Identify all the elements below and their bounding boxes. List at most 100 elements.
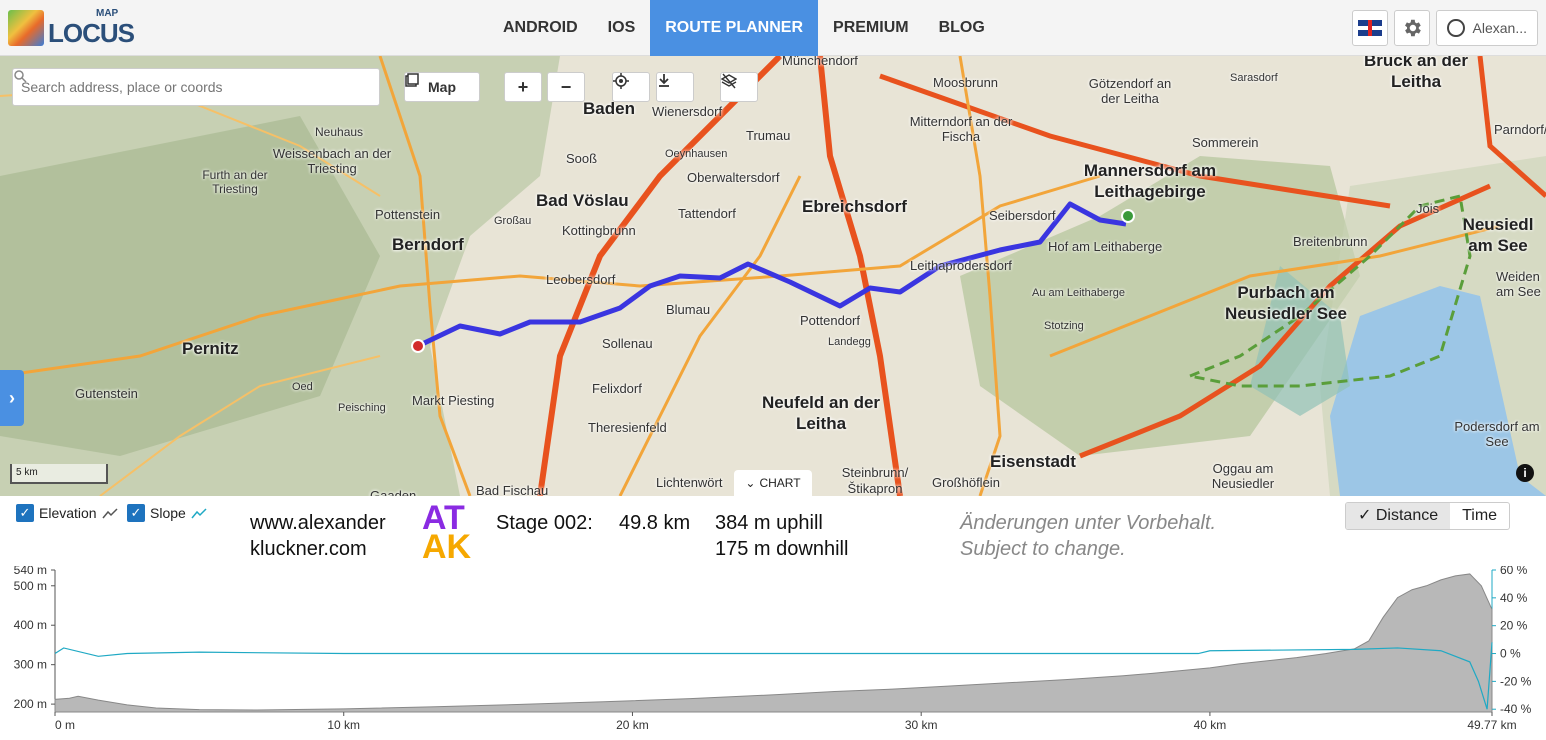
map-label: Wienersdorf [652, 104, 723, 119]
logo-word: LOCUS [48, 18, 135, 48]
locus-map-logo[interactable]: LOCUS MAP [8, 8, 135, 48]
map-label: Eisenstadt [990, 452, 1076, 471]
nav-ios[interactable]: IOS [593, 0, 651, 56]
slope-checkbox[interactable]: ✓ Slope [127, 504, 207, 522]
map-label: Trumau [746, 128, 791, 143]
y-left-tick-label: 300 m [14, 658, 47, 672]
y-right-tick-label: -40 % [1500, 702, 1532, 716]
user-avatar-icon [1447, 19, 1465, 37]
search-input[interactable] [21, 79, 341, 95]
y-right-tick-label: -20 % [1500, 674, 1532, 688]
x-tick-label: 40 km [1194, 718, 1227, 732]
x-tick-label: 10 km [327, 718, 360, 732]
map-label: Au am Leithaberge [1032, 287, 1125, 299]
language-button[interactable] [1352, 10, 1388, 46]
y-left-tick-label: 540 m [14, 566, 47, 577]
website-line-1: www.alexander [250, 512, 386, 534]
route-distance: 49.8 km [619, 512, 691, 534]
map-label: Blumau [666, 302, 711, 317]
map-label: Markt Piesting [412, 393, 495, 408]
map-label: Purbach am Neusiedler See [1225, 283, 1347, 323]
map-label: Seibersdorf [989, 208, 1056, 223]
chart-toggle-button[interactable]: ⌄ CHART [734, 470, 812, 496]
disclaimer-text: Änderungen unter Vorbehalt. Subject to c… [960, 510, 1216, 562]
map-label: Stotzing [1044, 320, 1084, 332]
toggle-time[interactable]: Time [1450, 503, 1509, 529]
route-uphill: 384 m uphill [715, 512, 823, 534]
hide-layers-button[interactable] [720, 72, 758, 102]
route-downhill: 175 m downhill [715, 538, 849, 560]
settings-button[interactable] [1394, 10, 1430, 46]
map-label: Jois [1416, 201, 1440, 216]
map-label: Berndorf [392, 235, 464, 254]
x-tick-label: 20 km [616, 718, 649, 732]
layers-off-icon [721, 73, 737, 89]
user-menu-button[interactable]: Alexan... [1436, 10, 1538, 46]
nav-route-planner[interactable]: ROUTE PLANNER [650, 0, 819, 56]
zoom-out-button[interactable]: − [547, 72, 585, 102]
download-icon [659, 74, 669, 87]
map-label: Bad Vöslau [536, 191, 629, 210]
map-label: Moosbrunn [933, 75, 999, 90]
user-name: Alexan... [1472, 20, 1527, 36]
sidebar-toggle[interactable]: › [0, 370, 24, 426]
x-tick-label: 30 km [905, 718, 938, 732]
map-label: Neusiedl am See [1462, 215, 1534, 255]
map-label: Landegg [828, 336, 871, 348]
stage-label: Stage 002: [496, 512, 593, 534]
map-label: Felixdorf [592, 381, 642, 396]
logo-map-icon [8, 10, 44, 46]
download-button[interactable] [656, 72, 694, 102]
website-text: www.alexander kluckner.com [250, 510, 386, 562]
x-axis-toggle: ✓ Distance Time [1345, 502, 1511, 530]
elevation-checkbox[interactable]: ✓ Elevation [16, 504, 118, 522]
nav-blog[interactable]: BLOG [924, 0, 1000, 56]
map-label: Münchendorf [782, 56, 858, 68]
search-box[interactable] [12, 68, 380, 106]
info-button[interactable]: i [1516, 464, 1534, 482]
map-label: Gutenstein [75, 386, 138, 401]
map-label: Oberwaltersdorf [687, 170, 780, 185]
map-label: Mannersdorf am Leithagebirge [1083, 161, 1217, 201]
map-label: Pottenstein [375, 207, 441, 222]
map-label: Weissenbach an der Triesting [272, 146, 392, 176]
y-left-tick-label: 400 m [14, 618, 47, 632]
map-label: Gaaden [370, 488, 417, 496]
map-label: Ebreichsdorf [802, 197, 907, 216]
y-right-tick-label: 20 % [1500, 619, 1528, 633]
map-label: Weiden am See [1496, 269, 1541, 299]
slope-label: Slope [150, 505, 186, 521]
locate-button[interactable] [612, 72, 650, 102]
map-label: Breitenbrunn [1293, 234, 1368, 249]
map-label: Sarasdorf [1230, 72, 1278, 84]
map-label: Podersdorf am See [1454, 419, 1540, 449]
map-layer-label: Map [428, 79, 456, 95]
nav-premium[interactable]: PREMIUM [818, 0, 924, 56]
map-label: Pernitz [182, 339, 239, 358]
map-label: Hof am Leithaberge [1048, 239, 1163, 254]
y-right-tick-label: 60 % [1500, 566, 1528, 577]
map-layer-button[interactable]: Map [404, 72, 480, 102]
nav-android[interactable]: ANDROID [488, 0, 593, 56]
map-scale: 5 km [10, 464, 108, 484]
elevation-line-icon [102, 508, 118, 519]
crosshair-icon [613, 73, 629, 89]
map-label: Sommerein [1192, 135, 1259, 150]
map-label: Sooß [566, 151, 598, 166]
chevron-down-icon: ⌄ [745, 476, 756, 490]
disclaimer-line-1: Änderungen unter Vorbehalt. [960, 512, 1217, 534]
check-icon: ✓ [1358, 507, 1376, 524]
logo-small-text: MAP [96, 8, 119, 19]
map-label: Pottendorf [800, 313, 860, 328]
search-icon[interactable] [13, 69, 27, 83]
toggle-distance[interactable]: ✓ Distance [1346, 503, 1451, 529]
map-label: Steinbrunn/ Štikapron [841, 465, 909, 496]
elevation-panel: ✓ Elevation ✓ Slope www.alexander kluckn… [0, 496, 1546, 740]
zoom-in-button[interactable]: + [504, 72, 542, 102]
map-label: Großau [494, 215, 532, 227]
map-label: Sollenau [602, 336, 653, 351]
atak-logo: AT AK [422, 501, 471, 564]
y-left-tick-label: 500 m [14, 579, 47, 593]
map-view[interactable]: Baden Wienersdorf Trumau Münchendorf Moo… [0, 56, 1546, 496]
elevation-chart[interactable]: 0 m 10 km 20 km 30 km 40 km 49.77 km 540 m 500 … [0, 566, 1546, 740]
